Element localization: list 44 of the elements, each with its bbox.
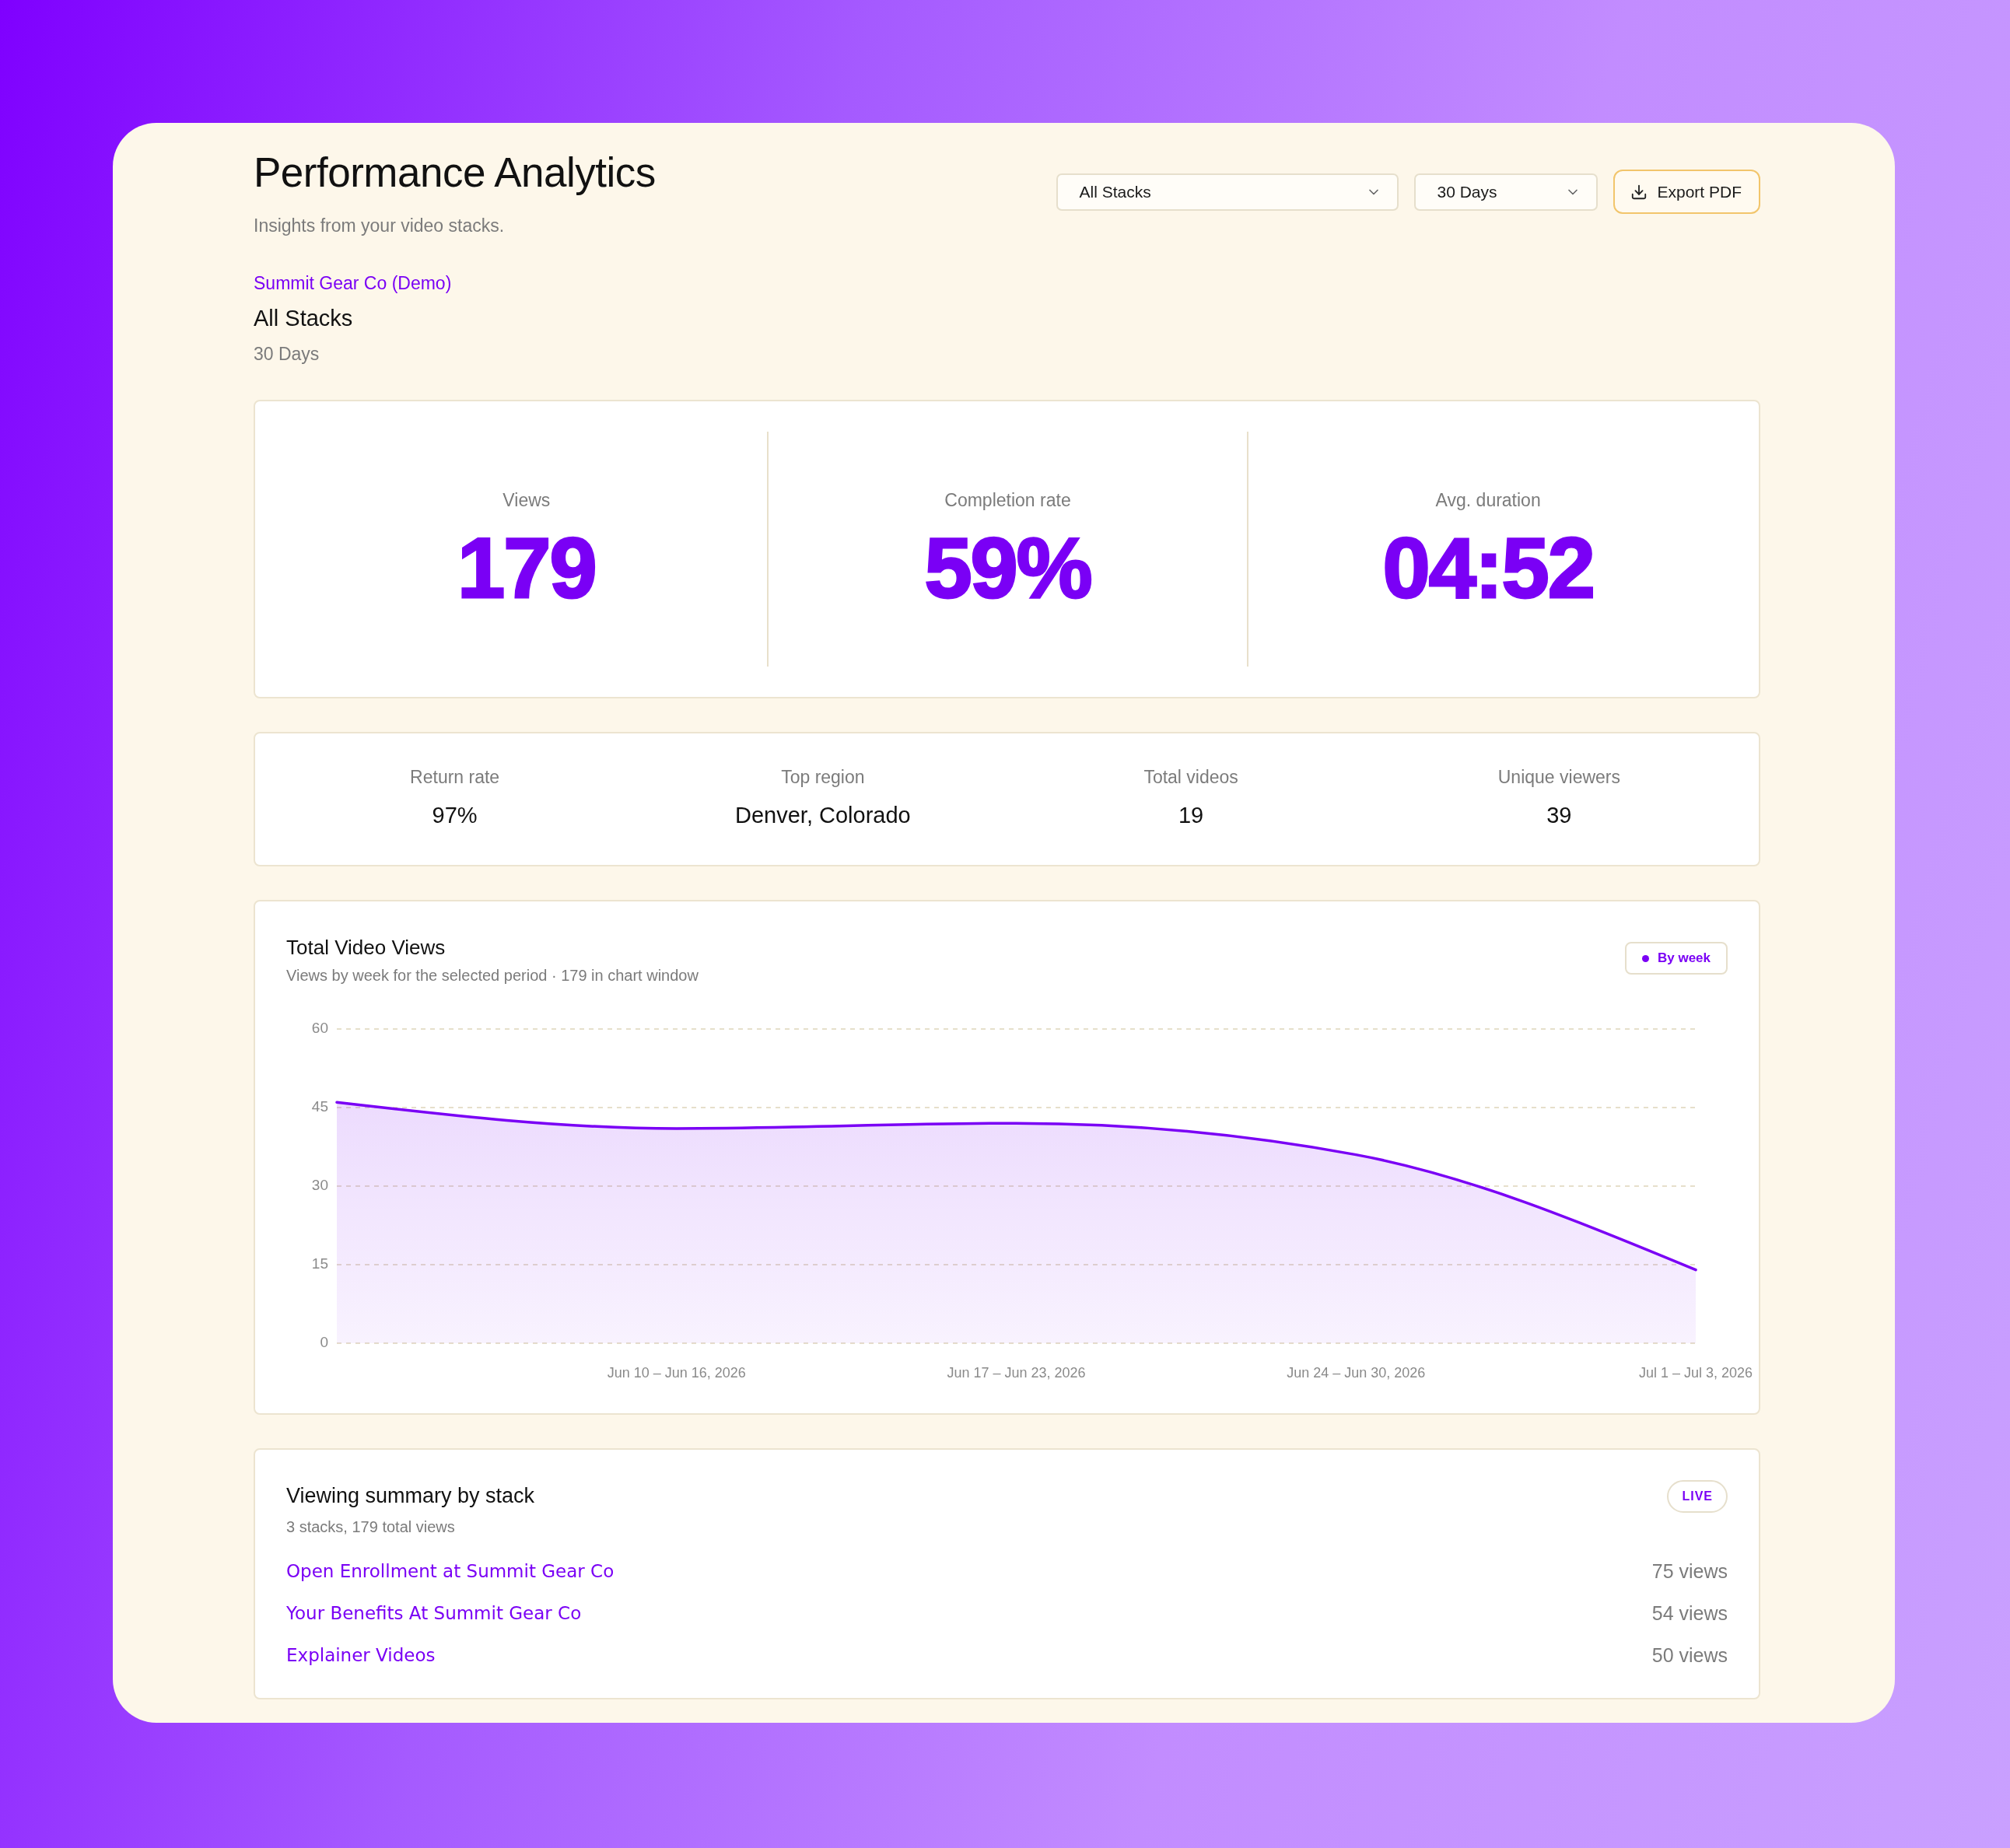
stack-link[interactable]: Explainer Videos (286, 1642, 436, 1668)
y-axis-label: 45 (311, 1098, 328, 1115)
stat-value: 97% (432, 802, 478, 829)
view-count: 54 views (1651, 1601, 1728, 1626)
kpi-label: Completion rate (944, 488, 1071, 512)
view-count: 75 views (1651, 1559, 1728, 1584)
kpi-value: 04:52 (1382, 523, 1594, 611)
stat-label: Return rate (410, 766, 500, 789)
filter-dropdown[interactable]: 30 Days (1414, 173, 1599, 211)
page-title: Performance Analytics (254, 149, 656, 197)
stack-link[interactable]: Open Enrollment at Summit Gear Co (286, 1558, 615, 1584)
summary-title: Viewing summary by stack (286, 1483, 535, 1509)
filter-dropdown[interactable]: All Stacks (1056, 173, 1399, 211)
stat-value: 39 (1546, 802, 1572, 829)
download-icon (1630, 183, 1648, 201)
stack-link[interactable]: Your Benefits At Summit Gear Co (286, 1600, 582, 1626)
kpi-label: Avg. duration (1435, 488, 1541, 512)
y-axis-label: 60 (311, 1020, 328, 1036)
summary-subtitle: 3 stacks, 179 total views (286, 1517, 456, 1537)
kpi-value: 59% (924, 523, 1091, 611)
kpi-label: Views (502, 488, 551, 512)
stat-label: Total videos (1143, 766, 1238, 789)
page-subtitle: Insights from your video stacks. (254, 215, 506, 237)
x-axis-label: Jul 1 – Jul 3, 2026 (1638, 1364, 1753, 1381)
chart-subtitle: Views by week for the selected period · 179 in chart window (286, 966, 699, 985)
period-label: 30 Days (254, 343, 320, 366)
chart-title: Total Video Views (286, 935, 446, 961)
stat-value: Denver, Colorado (735, 802, 911, 829)
stat-value: 19 (1178, 802, 1204, 829)
account-link[interactable]: Summit Gear Co (Demo) (254, 271, 452, 296)
kpi-value: 179 (457, 523, 596, 611)
stack-name: All Stacks (254, 305, 353, 332)
y-axis-label: 15 (311, 1255, 328, 1272)
stat-label: Top region (781, 766, 865, 789)
y-axis-label: 0 (320, 1334, 328, 1350)
badge-label: By week (1657, 950, 1711, 968)
x-axis-label: Jun 17 – Jun 23, 2026 (947, 1364, 1086, 1381)
view-count: 50 views (1651, 1643, 1728, 1668)
stat-label: Unique viewers (1497, 766, 1620, 789)
live-badge: LIVE (1667, 1480, 1728, 1513)
export-button[interactable]: Export PDF (1613, 170, 1760, 214)
y-axis-label: 30 (311, 1177, 328, 1193)
x-axis-label: Jun 10 – Jun 16, 2026 (607, 1364, 746, 1381)
x-axis-label: Jun 24 – Jun 30, 2026 (1287, 1364, 1426, 1381)
